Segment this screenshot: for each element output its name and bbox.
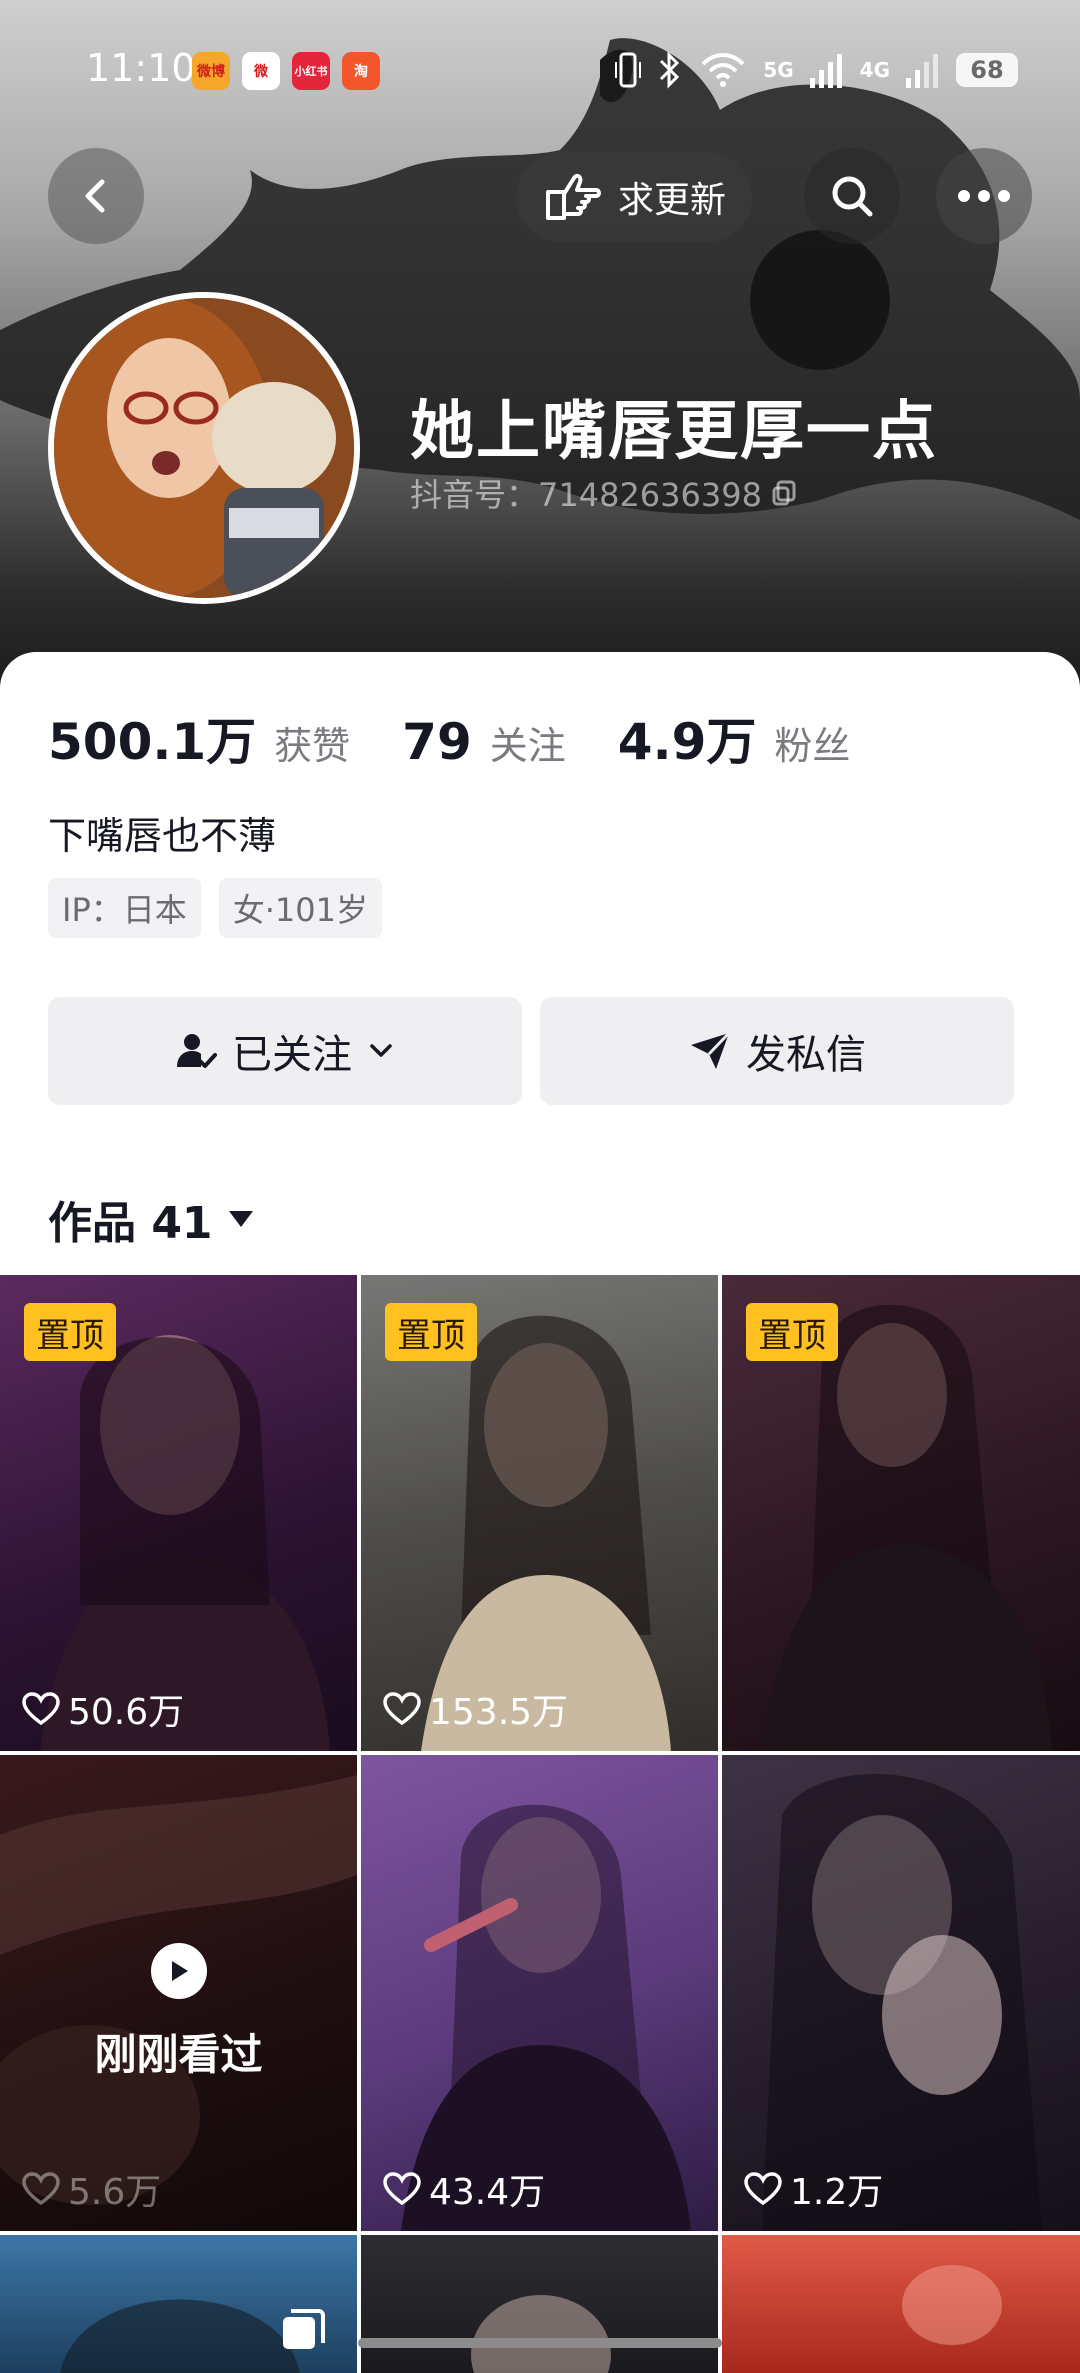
home-indicator[interactable] xyxy=(358,2338,722,2348)
recently-watched-overlay: 刚刚看过 xyxy=(0,1943,357,2082)
recently-watched-label: 刚刚看过 xyxy=(94,2030,263,2079)
caret-down-icon xyxy=(228,1211,253,1227)
profile-tags: IP：日本 女·101岁 xyxy=(48,878,383,938)
more-dots-icon xyxy=(958,190,1010,202)
back-button[interactable] xyxy=(48,148,144,244)
works-tab-label: 作品 41 xyxy=(48,1198,213,1249)
douyin-id-text: 抖音号：71482636398 xyxy=(410,476,762,514)
video-likes-count: 43.4万 xyxy=(429,2172,546,2213)
following-label: 关注 xyxy=(489,724,566,768)
video-tile[interactable]: 1.2万 xyxy=(722,1755,1080,2231)
search-icon xyxy=(832,176,873,217)
video-likes-count: 1.2万 xyxy=(790,2172,884,2213)
video-likes-count: 153.5万 xyxy=(429,1692,569,1733)
pinned-badge: 置顶 xyxy=(385,1303,477,1361)
video-thumbnail xyxy=(471,2295,611,2373)
video-tile[interactable]: 置顶 50.6万 xyxy=(0,1275,357,1751)
video-likes: 1.2万 xyxy=(744,2163,883,2215)
video-thumbnail xyxy=(762,1774,1042,2231)
status-time: 11:10 xyxy=(86,46,196,90)
video-likes: 5.6万 xyxy=(22,2163,161,2215)
chevron-down-icon xyxy=(370,1044,392,1057)
video-tile[interactable]: 刚刚看过 5.6万 xyxy=(0,1755,357,2231)
profile-stats: 500.1万 获赞 79 关注 4.9万 粉丝 xyxy=(48,702,884,774)
avatar[interactable] xyxy=(48,292,360,604)
pointing-hand-icon xyxy=(546,173,601,220)
followers-count[interactable]: 4.9万 xyxy=(618,702,757,774)
copy-icon[interactable] xyxy=(770,478,800,508)
vibrate-icon xyxy=(615,52,642,88)
more-button[interactable] xyxy=(936,148,1032,244)
video-tile[interactable] xyxy=(0,2235,357,2373)
gender-age-tag: 女·101岁 xyxy=(218,878,383,938)
likes-count[interactable]: 500.1万 xyxy=(48,702,256,774)
video-tile[interactable]: 置顶 xyxy=(722,1275,1080,1751)
wifi-icon xyxy=(701,53,745,87)
send-message-button[interactable]: 发私信 xyxy=(540,997,1014,1105)
video-thumbnail xyxy=(902,2265,1002,2345)
signal-5g-icon xyxy=(809,54,842,88)
video-likes: 43.4万 xyxy=(383,2163,545,2215)
following-count[interactable]: 79 xyxy=(402,713,472,771)
pinned-badge: 置顶 xyxy=(746,1303,838,1361)
collection-icon xyxy=(283,2309,325,2349)
heart-outline-icon xyxy=(22,2172,60,2206)
likes-label: 获赞 xyxy=(274,724,351,768)
weibo-alt-icon: 微 xyxy=(242,52,280,90)
network-5g-label: 5G xyxy=(763,58,794,82)
send-plane-icon xyxy=(691,1031,731,1069)
following-button-label: 已关注 xyxy=(232,1032,352,1078)
followers-label: 粉丝 xyxy=(774,724,851,768)
network-4g-label: 4G xyxy=(859,58,890,82)
status-bar: 11:10 微博 微 小红书 淘 5G 4G 68 xyxy=(0,0,1080,140)
heart-outline-icon xyxy=(744,2172,782,2206)
followed-user-icon xyxy=(177,1034,217,1068)
video-thumbnail xyxy=(401,1804,691,2231)
search-button[interactable] xyxy=(804,148,900,244)
chevron-left-icon xyxy=(85,179,105,213)
xiaohongshu-icon: 小红书 xyxy=(292,52,330,90)
heart-outline-icon xyxy=(383,1692,421,1726)
video-tile[interactable] xyxy=(722,2235,1080,2373)
pinned-badge: 置顶 xyxy=(24,1303,116,1361)
video-likes: 50.6万 xyxy=(22,1683,184,1735)
profile-name: 她上嘴唇更厚一点 xyxy=(410,395,938,469)
play-icon xyxy=(150,1943,207,1999)
send-message-label: 发私信 xyxy=(746,1032,866,1078)
signal-4g-icon xyxy=(906,54,938,88)
weibo-icon: 微博 xyxy=(192,52,230,90)
status-indicators: 5G 4G 68 xyxy=(615,50,1018,90)
video-likes: 153.5万 xyxy=(383,1683,568,1735)
status-app-icons: 微博 微 小红书 淘 xyxy=(192,52,380,90)
avatar-image xyxy=(54,298,354,598)
video-likes-count: 5.6万 xyxy=(68,2172,162,2213)
following-button[interactable]: 已关注 xyxy=(48,997,522,1105)
request-update-label: 求更新 xyxy=(618,180,727,221)
works-tab[interactable]: 作品 41 xyxy=(48,1187,255,1251)
douyin-id[interactable]: 抖音号：71482636398 xyxy=(410,470,800,516)
heart-outline-icon xyxy=(383,2172,421,2206)
heart-outline-icon xyxy=(22,1692,60,1726)
bluetooth-icon xyxy=(660,51,680,89)
request-update-button[interactable]: 求更新 xyxy=(516,152,753,242)
video-tile[interactable]: 置顶 153.5万 xyxy=(361,1275,718,1751)
taobao-icon: 淘 xyxy=(342,52,380,90)
battery-indicator: 68 xyxy=(956,53,1018,87)
profile-bio: 下嘴唇也不薄 xyxy=(48,814,277,858)
video-tile[interactable]: 43.4万 xyxy=(361,1755,718,2231)
video-tile[interactable] xyxy=(361,2235,718,2373)
video-likes-count: 50.6万 xyxy=(68,1692,185,1733)
ip-location-tag: IP：日本 xyxy=(48,878,201,938)
